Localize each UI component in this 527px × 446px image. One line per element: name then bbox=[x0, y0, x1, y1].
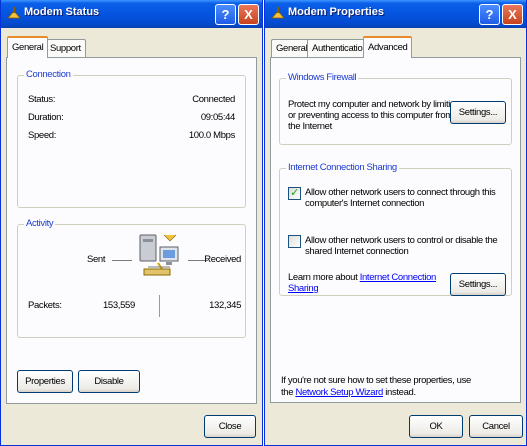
footer-suffix: instead. bbox=[382, 387, 416, 398]
modem-icon bbox=[271, 7, 285, 19]
firewall-groupbox: Windows Firewall Protect my computer and… bbox=[279, 72, 512, 145]
speed-value: 100.0 Mbps bbox=[188, 130, 236, 141]
connection-legend: Connection bbox=[24, 69, 73, 80]
status-label: Status: bbox=[28, 94, 56, 105]
modem-icon bbox=[7, 7, 21, 19]
network-computers-icon bbox=[139, 234, 179, 276]
firewall-legend: Windows Firewall bbox=[286, 72, 359, 83]
network-setup-wizard-link[interactable]: Network Setup Wizard bbox=[295, 387, 383, 398]
tab-support[interactable]: Support bbox=[45, 39, 86, 57]
duration-label: Duration: bbox=[28, 112, 64, 123]
packets-sent-value: 153,559 bbox=[103, 300, 135, 311]
allow-connect-checkbox[interactable]: ✓ bbox=[288, 187, 301, 200]
duration-value: 09:05:44 bbox=[200, 112, 236, 123]
tab-general[interactable]: General bbox=[7, 36, 49, 58]
status-window-title: Modem Status bbox=[24, 6, 100, 18]
modem-properties-window: Modem Properties ? X General Authenticat… bbox=[264, 0, 527, 446]
allow-connect-label-line2: computer's Internet connection bbox=[305, 198, 425, 209]
status-titlebar[interactable]: Modem Status ? X bbox=[1, 0, 262, 28]
footer-line2: the Network Setup Wizard instead. bbox=[281, 387, 416, 398]
received-label: Received bbox=[204, 254, 241, 265]
ok-button[interactable]: OK bbox=[409, 415, 463, 438]
cancel-button[interactable]: Cancel bbox=[469, 415, 523, 438]
speed-label: Speed: bbox=[28, 130, 57, 141]
modem-status-window: Modem Status ? X General Support Connect… bbox=[0, 0, 263, 446]
ics-settings-button[interactable]: Settings... bbox=[450, 273, 506, 296]
close-button[interactable]: Close bbox=[204, 415, 256, 438]
connection-groupbox: Connection Status: Connected Duration: 0… bbox=[17, 69, 246, 208]
props-window-title: Modem Properties bbox=[288, 6, 384, 18]
props-titlebar[interactable]: Modem Properties ? X bbox=[265, 0, 526, 28]
firewall-desc-line1: Protect my computer and network by limit… bbox=[288, 99, 460, 110]
firewall-desc-line2: or preventing access to this computer fr… bbox=[288, 110, 453, 121]
packets-label: Packets: bbox=[28, 300, 62, 311]
status-value: Connected bbox=[192, 94, 235, 105]
status-help-button[interactable]: ? bbox=[215, 4, 236, 25]
allow-control-label-line2: shared Internet connection bbox=[305, 246, 409, 257]
allow-connect-label-line1: Allow other network users to connect thr… bbox=[305, 187, 496, 198]
learn-more-text: Learn more about Internet Connection bbox=[288, 272, 436, 283]
footer-prefix: the bbox=[281, 387, 296, 398]
props-advanced-panel: Windows Firewall Protect my computer and… bbox=[270, 57, 521, 403]
learn-more-prefix: Learn more about bbox=[288, 272, 360, 283]
props-close-x-button[interactable]: X bbox=[502, 4, 523, 25]
allow-control-checkbox[interactable] bbox=[288, 235, 301, 248]
properties-button[interactable]: Properties bbox=[17, 370, 73, 393]
packets-received-value: 132,345 bbox=[209, 300, 241, 311]
packets-divider bbox=[159, 295, 160, 317]
ics-groupbox: Internet Connection Sharing ✓ Allow othe… bbox=[279, 162, 512, 296]
activity-groupbox: Activity Sent Received Packets: 153,559 … bbox=[17, 218, 246, 338]
activity-legend: Activity bbox=[24, 218, 56, 229]
props-help-button[interactable]: ? bbox=[479, 4, 500, 25]
sent-label: Sent bbox=[87, 254, 106, 265]
tab-advanced[interactable]: Advanced bbox=[363, 36, 413, 58]
status-general-panel: Connection Status: Connected Duration: 0… bbox=[6, 57, 257, 404]
firewall-settings-button[interactable]: Settings... bbox=[450, 101, 506, 124]
status-close-x-button[interactable]: X bbox=[238, 4, 259, 25]
ics-help-link-cont[interactable]: Sharing bbox=[288, 283, 319, 294]
firewall-desc-line3: the Internet bbox=[288, 121, 332, 132]
disable-button[interactable]: Disable bbox=[78, 370, 140, 393]
allow-control-label-line1: Allow other network users to control or … bbox=[305, 235, 498, 246]
ics-help-link[interactable]: Internet Connection bbox=[360, 272, 437, 283]
footer-line1: If you're not sure how to set these prop… bbox=[281, 375, 471, 386]
sent-line bbox=[112, 260, 132, 261]
ics-legend: Internet Connection Sharing bbox=[286, 162, 399, 173]
